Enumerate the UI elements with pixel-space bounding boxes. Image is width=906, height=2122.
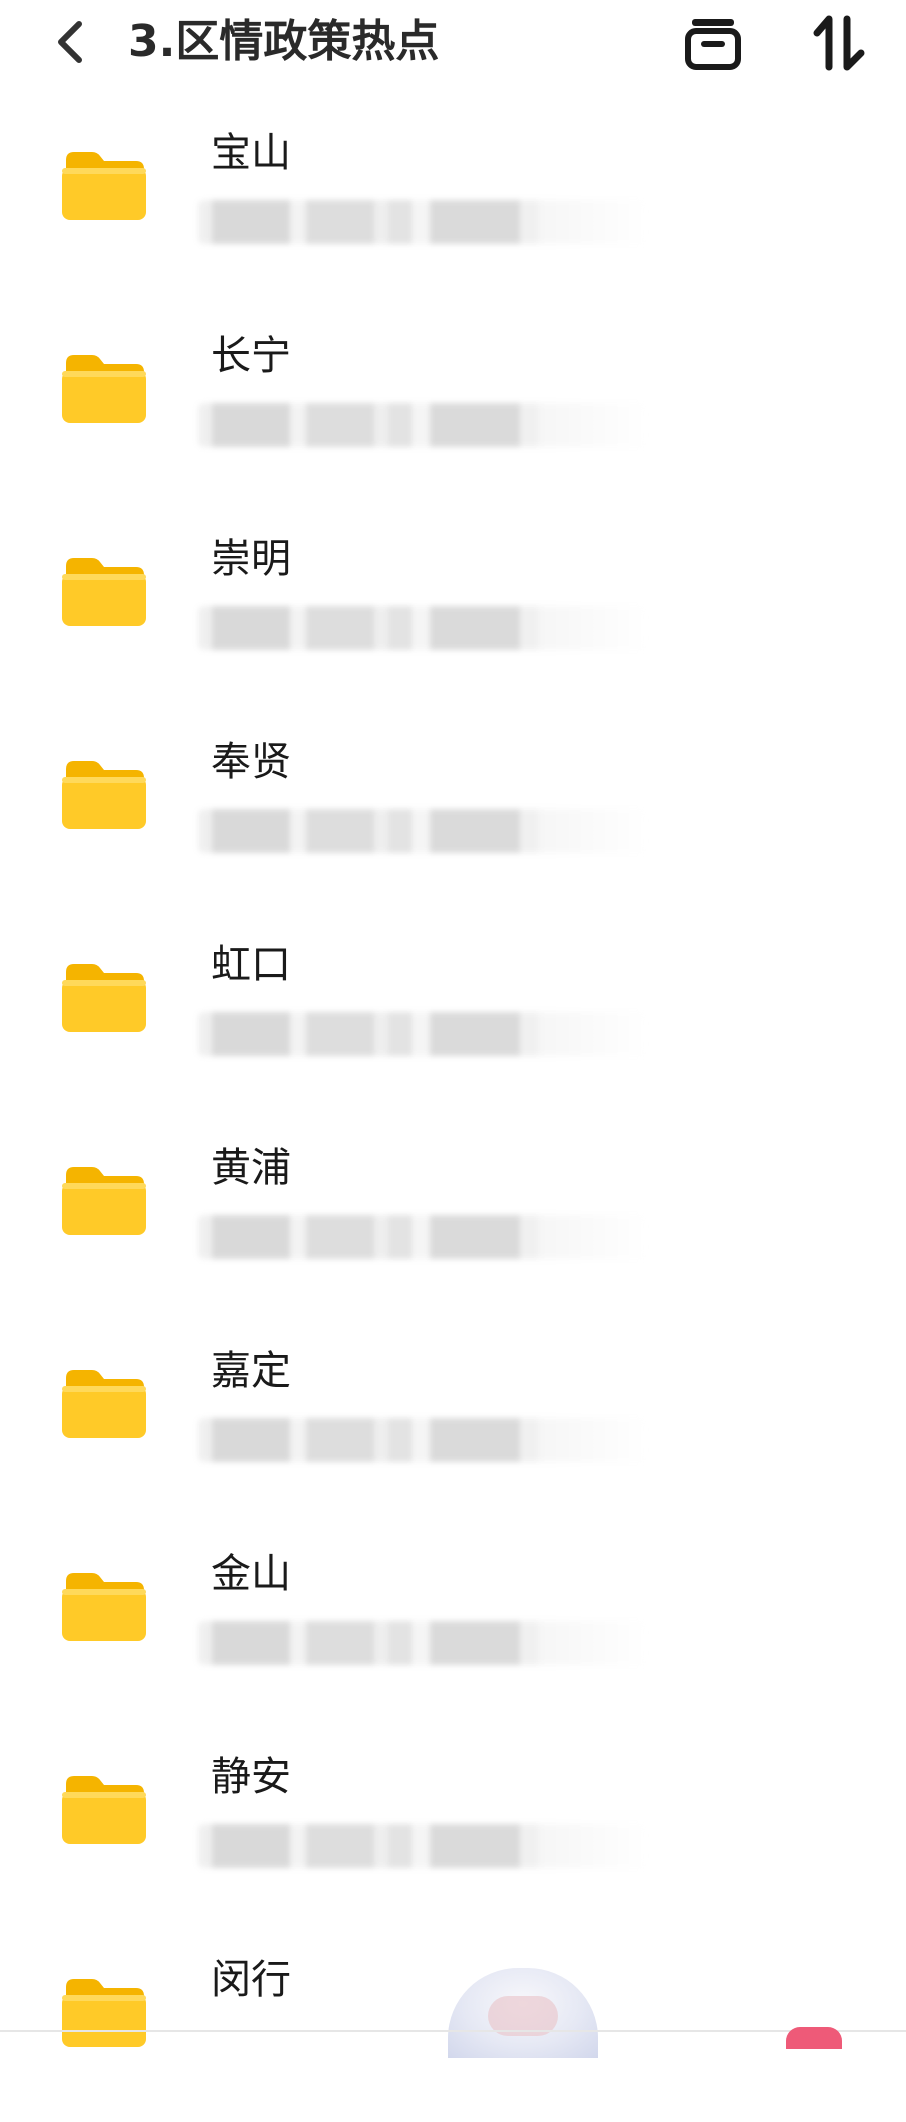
app-header: 3.区情政策热点 [0,0,906,92]
page-title: 3.区情政策热点 [128,16,440,67]
sort-arrows-icon [813,15,865,71]
archive-box-icon [685,19,741,70]
folder-item[interactable]: 崇明 [0,498,906,701]
folder-list: 宝山 长宁 崇明 奉贤 虹口 黄浦 嘉定 金山 静安 闵行 [0,92,906,2122]
folder-item[interactable]: 奉贤 [0,701,906,904]
archive-button[interactable] [680,10,746,76]
folder-icon [62,1573,146,1641]
folder-meta-blurred [198,1824,648,1868]
folder-name: 虹口 [211,942,291,988]
folder-name: 奉贤 [211,739,291,785]
folder-name: 金山 [211,1551,291,1597]
folder-meta-blurred [198,200,648,244]
folder-item[interactable]: 虹口 [0,904,906,1107]
folder-item[interactable]: 宝山 [0,92,906,295]
folder-meta-blurred [198,403,648,447]
folder-name: 黄浦 [211,1145,291,1191]
folder-name: 崇明 [211,536,291,582]
folder-item[interactable]: 长宁 [0,295,906,498]
folder-name: 长宁 [211,333,291,379]
bottom-divider [0,2030,906,2032]
chevron-left-icon [58,21,82,63]
folder-item[interactable]: 金山 [0,1513,906,1716]
folder-icon [62,355,146,423]
folder-icon [62,964,146,1032]
folder-meta-blurred [198,809,648,853]
folder-item[interactable]: 黄浦 [0,1107,906,1310]
back-button[interactable] [44,10,96,74]
folder-icon [62,1979,146,2047]
folder-icon [62,1370,146,1438]
folder-meta-blurred [198,1418,648,1462]
folder-item[interactable]: 嘉定 [0,1310,906,1513]
folder-icon [62,152,146,220]
folder-name: 嘉定 [211,1348,291,1394]
folder-icon [62,1167,146,1235]
notification-badge[interactable] [786,2027,842,2049]
folder-item[interactable]: 静安 [0,1716,906,1919]
folder-meta-blurred [198,1012,648,1056]
folder-meta-blurred [198,1621,648,1665]
folder-name: 闵行 [211,1957,291,2003]
folder-meta-blurred [198,1215,648,1259]
folder-meta-blurred [198,606,648,650]
folder-name: 静安 [211,1754,291,1800]
folder-icon [62,761,146,829]
folder-icon [62,1776,146,1844]
sort-button[interactable] [806,10,872,76]
folder-name: 宝山 [211,130,291,176]
folder-icon [62,558,146,626]
